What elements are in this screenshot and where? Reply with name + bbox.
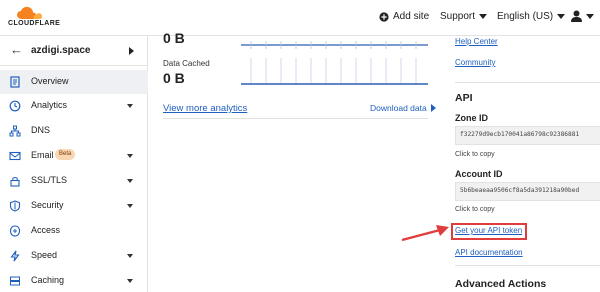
lock-icon <box>10 177 20 187</box>
community-link[interactable]: Community <box>455 58 495 67</box>
divider <box>455 265 600 266</box>
sidebar-item-access[interactable]: Access <box>0 219 148 243</box>
sidebar: ← azdigi.space Overview Analytics DNS Em… <box>0 36 148 292</box>
right-column: Help Center Community API Zone ID f32279… <box>453 36 600 292</box>
sparkline-top <box>241 41 428 49</box>
chevron-down-icon <box>127 104 133 108</box>
zone-id-field[interactable]: f32279d9ecb170041a86798c92386881 <box>455 126 600 145</box>
top-bar: CLOUDFLARE Add site Support English (US) <box>0 0 600 36</box>
highlight-box <box>451 223 527 240</box>
mail-icon <box>9 151 21 161</box>
access-icon <box>9 225 21 237</box>
support-label: Support <box>440 11 476 22</box>
support-menu[interactable]: Support <box>440 11 488 22</box>
sidebar-item-ssl-tls[interactable]: SSL/TLS <box>0 169 148 193</box>
sidebar-item-label: SSL/TLS <box>31 175 68 185</box>
sidebar-item-dns[interactable]: DNS <box>0 119 148 143</box>
chevron-down-icon <box>127 254 133 258</box>
download-data-label: Download data <box>370 103 427 113</box>
cloud-icon <box>17 6 42 19</box>
chevron-right-icon <box>129 47 134 55</box>
sidebar-item-label: Caching <box>31 275 65 285</box>
sidebar-item-label: Overview <box>31 76 69 86</box>
chevron-down-icon <box>557 14 566 19</box>
user-menu[interactable] <box>571 10 594 22</box>
language-menu[interactable]: English (US) <box>497 11 566 22</box>
sidebar-item-label: Access <box>31 225 61 235</box>
beta-badge: Beta <box>55 149 76 160</box>
chevron-down-icon <box>586 13 594 19</box>
sidebar-item-caching[interactable]: Caching <box>0 269 148 292</box>
lightning-icon <box>10 250 20 262</box>
play-arrow-icon <box>430 104 436 112</box>
back-arrow-icon[interactable]: ← <box>10 42 23 57</box>
sparkline-data-cached <box>241 58 428 85</box>
shield-icon <box>9 200 21 212</box>
clock-icon <box>9 100 21 112</box>
api-documentation-link[interactable]: API documentation <box>455 248 523 257</box>
advanced-actions-heading: Advanced Actions <box>455 278 547 290</box>
network-icon <box>9 125 21 137</box>
zone-id-copy-hint: Click to copy <box>455 151 495 158</box>
chevron-down-icon <box>127 154 133 158</box>
sidebar-item-label: DNS <box>31 125 51 135</box>
site-selector[interactable]: ← azdigi.space <box>0 36 148 66</box>
language-label: English (US) <box>497 11 554 22</box>
sidebar-item-speed[interactable]: Speed <box>0 244 148 268</box>
main-content: 0 B Data Cached 0 B View more analytics … <box>149 30 439 292</box>
sidebar-item-overview[interactable]: Overview <box>0 70 148 94</box>
sidebar-item-label: Email <box>31 150 54 160</box>
sidebar-item-email[interactable]: Email Beta <box>0 144 148 168</box>
account-id-copy-hint: Click to copy <box>455 206 495 213</box>
chevron-down-icon <box>479 14 488 19</box>
help-center-link[interactable]: Help Center <box>455 37 498 46</box>
zone-id-value: f32279d9ecb170041a86798c92386881 <box>460 131 580 138</box>
sidebar-item-label: Analytics <box>31 100 68 110</box>
chevron-down-icon <box>127 179 133 183</box>
sidebar-item-label: Security <box>31 200 64 210</box>
metric-top-value: 0 B <box>163 30 185 46</box>
zone-id-label: Zone ID <box>455 113 488 123</box>
document-icon <box>10 76 20 88</box>
account-id-label: Account ID <box>455 169 503 179</box>
download-data-button[interactable]: Download data <box>370 103 436 113</box>
sidebar-item-security[interactable]: Security <box>0 194 148 218</box>
divider <box>455 82 600 83</box>
view-more-analytics-link[interactable]: View more analytics <box>163 103 247 114</box>
account-id-field[interactable]: 5b6beaeaa9506cf8a5da391218a90bed <box>455 182 600 201</box>
chevron-down-icon <box>127 204 133 208</box>
data-cached-label: Data Cached <box>163 59 210 68</box>
plus-circle-icon <box>379 11 389 22</box>
sidebar-item-analytics[interactable]: Analytics <box>0 94 148 118</box>
page-root: CLOUDFLARE Add site Support English (US) <box>0 0 600 292</box>
chevron-down-icon <box>127 279 133 283</box>
sidebar-item-label: Speed <box>31 250 58 260</box>
user-icon <box>571 10 582 22</box>
account-id-value: 5b6beaeaa9506cf8a5da391218a90bed <box>460 187 580 194</box>
section-divider <box>163 118 428 119</box>
cloudflare-logo[interactable]: CLOUDFLARE <box>8 5 64 29</box>
caching-icon <box>10 276 20 286</box>
api-heading: API <box>455 92 473 104</box>
site-name: azdigi.space <box>31 45 91 56</box>
add-site-label: Add site <box>393 11 430 22</box>
add-site-button[interactable]: Add site <box>379 11 429 22</box>
brand-name: CLOUDFLARE <box>8 20 61 27</box>
red-arrow-annotation <box>401 225 449 242</box>
data-cached-value: 0 B <box>163 70 185 86</box>
